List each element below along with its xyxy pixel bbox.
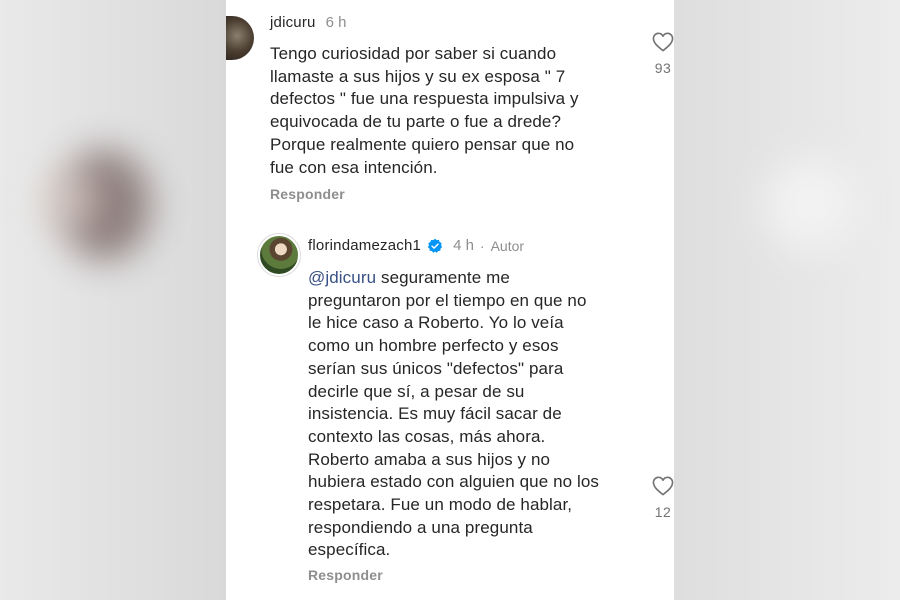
like-count: 12 (654, 504, 672, 520)
separator-dot: · (479, 237, 485, 254)
heart-outline-icon[interactable] (652, 32, 674, 52)
reply-button[interactable]: Responder (270, 186, 345, 202)
comment-text: Tengo curiosidad por saber si cuando lla… (270, 44, 579, 177)
comment-item: jdicuru 6 h Tengo curiosidad por saber s… (226, 0, 674, 215)
heart-outline-icon[interactable] (652, 476, 674, 496)
like-control: 93 (650, 32, 674, 76)
comment-header: florindamezach1 4 h · Autor (308, 237, 524, 254)
blurred-background-right (674, 0, 900, 600)
comment-body: seguramente me preguntaron por el tiempo… (308, 268, 600, 560)
author-badge: Autor (490, 237, 525, 254)
username[interactable]: florindamezach1 (308, 237, 421, 254)
reply-button[interactable]: Responder (308, 567, 383, 583)
like-count: 93 (654, 60, 672, 76)
reply-comment-item: florindamezach1 4 h · Autor @jdicuru seg… (226, 222, 674, 600)
avatar[interactable] (226, 16, 254, 60)
mention-link[interactable]: @jdicuru (308, 268, 376, 287)
comments-panel: jdicuru 6 h Tengo curiosidad por saber s… (226, 0, 674, 600)
comment-text: @jdicuru seguramente me preguntaron por … (308, 267, 628, 562)
timestamp: 6 h (325, 14, 347, 31)
avatar[interactable] (258, 234, 300, 276)
timestamp: 4 h (453, 237, 474, 254)
like-control: 12 (650, 476, 674, 520)
blurred-background-left (0, 0, 226, 600)
verified-badge-icon (427, 238, 443, 253)
username[interactable]: jdicuru (270, 14, 316, 31)
comment-header: jdicuru 6 h (270, 14, 346, 31)
